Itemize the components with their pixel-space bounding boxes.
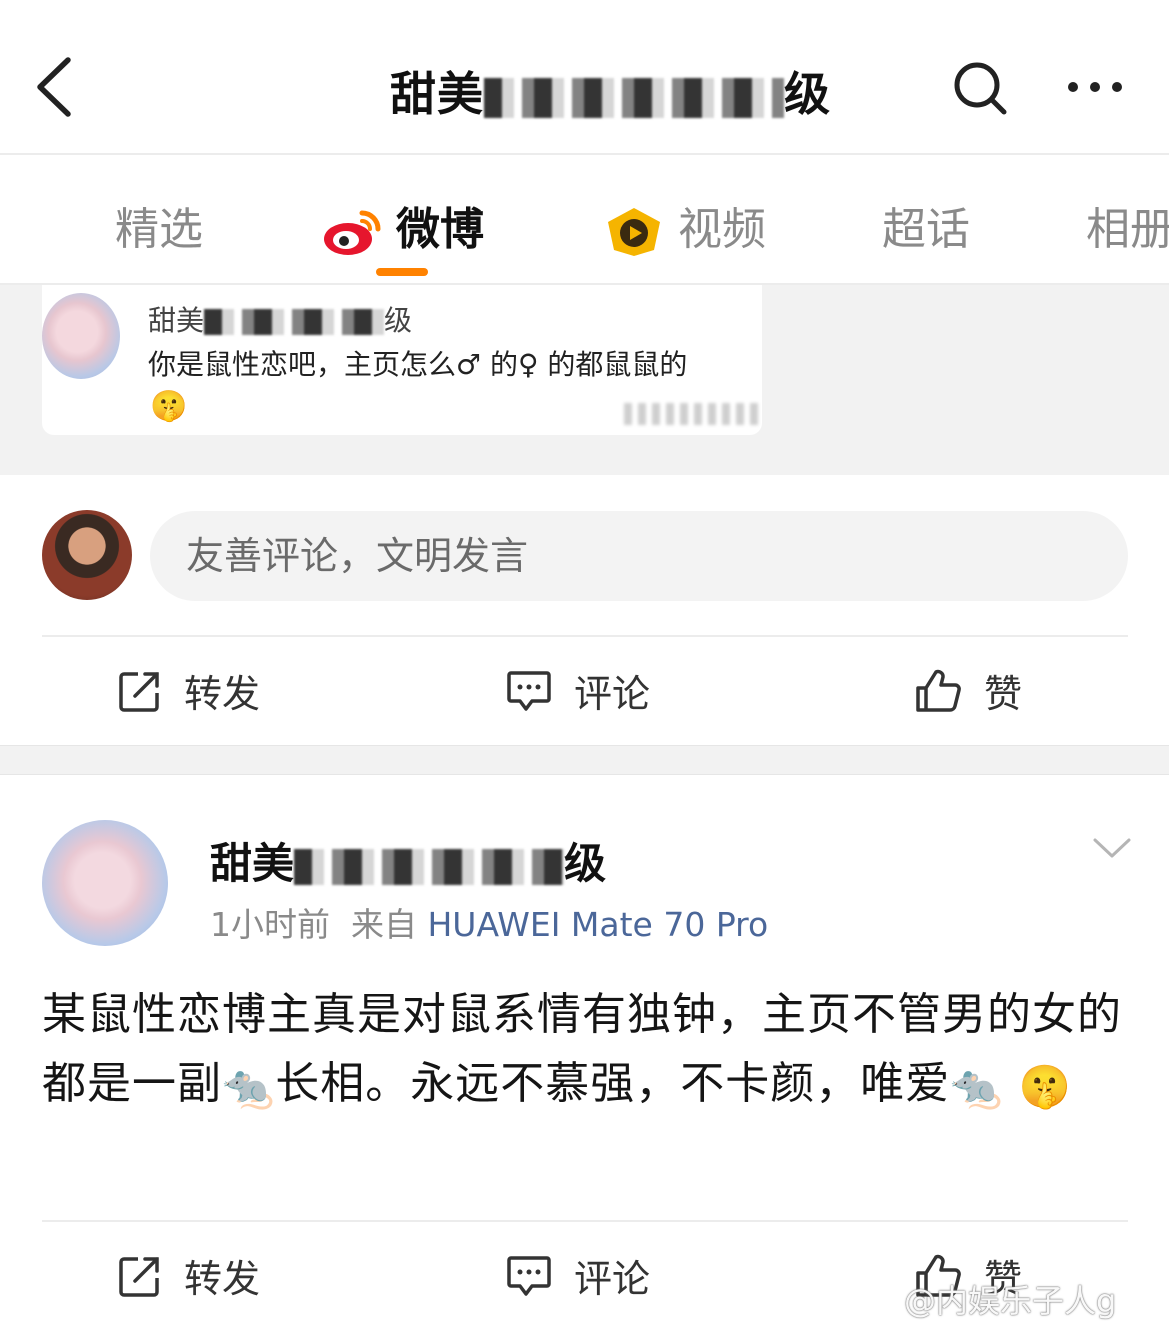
tab-super-topic[interactable]: 超话 [882, 193, 970, 257]
avatar[interactable] [42, 293, 120, 379]
post-meta: 1小时前 来自 HUAWEI Mate 70 Pro [210, 898, 768, 946]
post-username-suffix: 级 [564, 839, 607, 888]
comment-input-row [0, 475, 1169, 635]
comment-text: 你是鼠性恋吧，主页怎么♂ 的♀ 的都鼠鼠的 [148, 348, 688, 381]
like-button[interactable]: 赞 [914, 663, 1022, 718]
quoted-comment-area: 甜美 级 你是鼠性恋吧，主页怎么♂ 的♀ 的都鼠鼠的 🤫 [0, 285, 1169, 475]
redacted-name-block [204, 309, 385, 335]
redacted-name-block [294, 848, 565, 885]
search-icon [954, 62, 1007, 115]
quoted-comment-card[interactable]: 甜美 级 你是鼠性恋吧，主页怎么♂ 的♀ 的都鼠鼠的 🤫 [42, 285, 762, 435]
more-options-button[interactable] [1064, 72, 1126, 102]
active-tab-indicator [376, 268, 428, 276]
my-avatar[interactable] [42, 510, 132, 600]
comment-icon [507, 670, 551, 711]
comment-label: 评论 [574, 672, 651, 716]
post-username-prefix: 甜美 [210, 839, 295, 888]
tab-video-label: 视频 [678, 204, 766, 255]
post-body: 某鼠性恋博主真是对鼠系情有独钟，主页不管男的女的都是一副🐀长相。永远不慕强，不卡… [42, 980, 1128, 1121]
repost-label: 转发 [184, 672, 261, 716]
comment-username-prefix: 甜美 [148, 304, 205, 337]
chevron-down-icon[interactable] [1092, 836, 1132, 860]
tab-featured[interactable]: 精选 [115, 193, 203, 257]
repost-label: 转发 [184, 1257, 261, 1301]
post-source-label: 来自 [350, 905, 417, 944]
rat-emoji: 🐀 [222, 1061, 276, 1111]
tab-weibo-label: 微博 [396, 204, 484, 255]
page-title-prefix: 甜美 [390, 67, 484, 121]
comment-username-suffix: 级 [384, 304, 413, 337]
redacted-name-block [484, 77, 784, 118]
post-body-part2: 长相。永远不慕强，不卡颜，唯爱 [275, 1058, 951, 1109]
top-bar: 甜美 级 [0, 0, 1169, 153]
post-username[interactable]: 甜美 级 [210, 830, 606, 891]
comment-input[interactable] [150, 511, 1128, 601]
tab-weibo[interactable]: 微博 [322, 193, 484, 257]
tab-video[interactable]: 视频 [604, 193, 766, 258]
like-label: 赞 [984, 672, 1023, 716]
shush-emoji: 🤫 [1018, 1061, 1072, 1111]
page-title: 甜美 级 [390, 58, 831, 124]
shush-emoji: 🤫 [150, 389, 188, 424]
video-badge-icon [608, 208, 660, 256]
repost-icon [119, 671, 159, 712]
repost-icon [119, 1256, 159, 1297]
rat-emoji: 🐀 [950, 1061, 1004, 1111]
section-gap [0, 745, 1169, 775]
watermark-text: @内娱乐子人g [904, 1282, 1117, 1320]
comment-label: 评论 [574, 1257, 651, 1301]
avatar[interactable] [42, 820, 168, 946]
back-button[interactable] [30, 52, 80, 122]
tab-album[interactable]: 相册 [1086, 193, 1169, 257]
post-action-bar: 转发 评论 赞 [0, 637, 1169, 742]
comment-username[interactable]: 甜美 级 [148, 299, 412, 339]
redacted-mark [624, 403, 758, 425]
comment-button[interactable]: 评论 [506, 1248, 650, 1303]
post-device[interactable]: HUAWEI Mate 70 Pro [427, 905, 768, 944]
chevron-left-icon [37, 57, 71, 117]
post-time: 1小时前 [210, 905, 330, 944]
comment-button[interactable]: 评论 [506, 663, 650, 718]
search-button[interactable] [950, 58, 1010, 118]
profile-tabs: 精选 微博 视频 超话 相册 [0, 155, 1169, 283]
page-title-suffix: 级 [784, 67, 831, 121]
comment-icon [507, 1255, 551, 1296]
repost-button[interactable]: 转发 [118, 663, 260, 718]
thumbs-up-icon [916, 669, 961, 712]
weibo-logo-icon [324, 210, 381, 255]
more-dots-icon [1068, 82, 1122, 92]
repost-button[interactable]: 转发 [118, 1248, 260, 1303]
